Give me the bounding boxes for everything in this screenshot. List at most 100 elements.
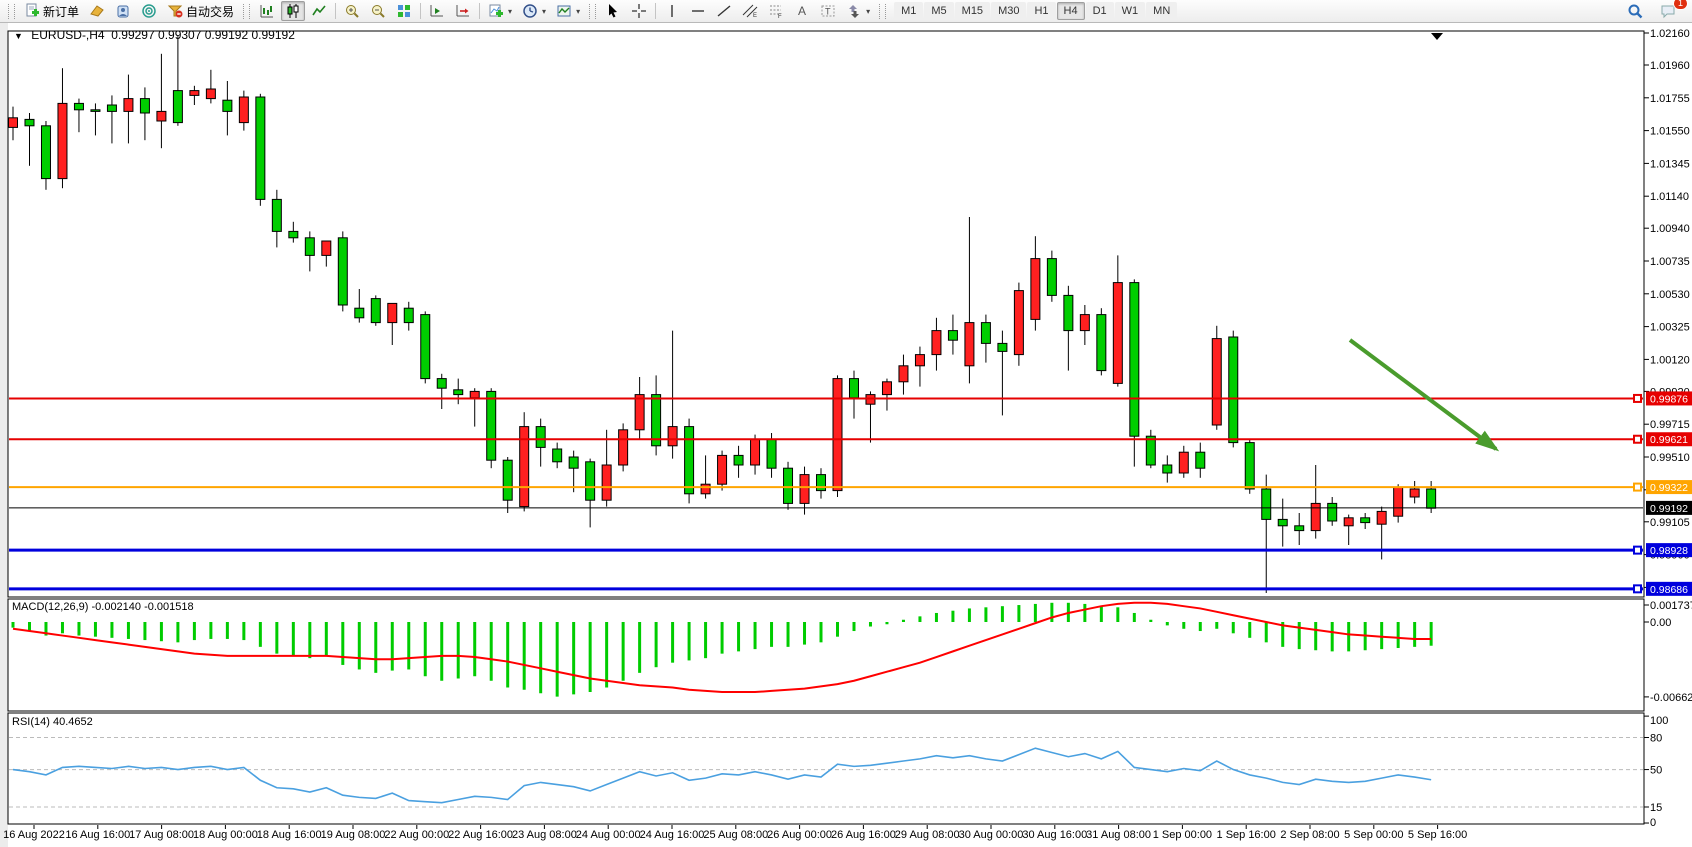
vertical-line-button[interactable] — [660, 1, 684, 21]
navigator-button[interactable] — [137, 1, 161, 21]
auto-scroll-button[interactable] — [425, 1, 449, 21]
crosshair-button[interactable] — [627, 1, 651, 21]
arrows-icon — [846, 3, 862, 19]
timeframe-m15[interactable]: M15 — [955, 2, 990, 20]
svg-text:2 Sep 08:00: 2 Sep 08:00 — [1280, 829, 1339, 841]
new-order-icon — [24, 3, 40, 19]
indicators-button[interactable]: ▾ — [484, 1, 516, 21]
zoom-in-button[interactable] — [340, 1, 364, 21]
chart-canvas[interactable]: 1.021601.019601.017551.015501.013451.011… — [0, 0, 1692, 847]
toolbar-separator — [479, 3, 480, 19]
periods-button[interactable]: ▾ — [518, 1, 550, 21]
toolbar-grip[interactable] — [8, 4, 15, 19]
auto-trading-button[interactable]: 自动交易 — [163, 1, 238, 21]
trendline-button[interactable] — [712, 1, 736, 21]
timeframe-w1[interactable]: W1 — [1115, 2, 1146, 20]
bar-chart-button[interactable] — [255, 1, 279, 21]
svg-text:1.00530: 1.00530 — [1650, 289, 1690, 301]
timeframe-h4[interactable]: H4 — [1057, 2, 1085, 20]
toolbar-grip[interactable] — [243, 4, 250, 19]
chart-menu-icon[interactable]: ▼ — [14, 31, 23, 41]
svg-text:1.01140: 1.01140 — [1650, 191, 1689, 203]
auto-scroll-icon — [429, 3, 445, 19]
toolbar-grip[interactable] — [589, 4, 596, 19]
horizontal-line-button[interactable] — [686, 1, 710, 21]
svg-text:-0.006628: -0.006628 — [1650, 692, 1692, 704]
tile-windows-button[interactable] — [392, 1, 416, 21]
data-window-button[interactable] — [111, 1, 135, 21]
svg-text:19 Aug 08:00: 19 Aug 08:00 — [321, 829, 386, 841]
time-axis[interactable]: 16 Aug 202216 Aug 16:0017 Aug 08:0018 Au… — [3, 825, 1467, 841]
candlestick-chart-button[interactable] — [281, 1, 305, 21]
svg-text:26 Aug 00:00: 26 Aug 00:00 — [767, 829, 832, 841]
fibonacci-button[interactable]: F — [764, 1, 788, 21]
window-edge — [0, 23, 8, 847]
svg-text:0.98686: 0.98686 — [1650, 584, 1688, 596]
svg-text:5 Sep 00:00: 5 Sep 00:00 — [1344, 829, 1403, 841]
equidistant-channel-button[interactable]: E — [738, 1, 762, 21]
market-watch-icon — [89, 3, 105, 19]
timeframe-h1[interactable]: H1 — [1027, 2, 1055, 20]
arrows-button[interactable]: ▾ — [842, 1, 874, 21]
toolbar-separator — [335, 3, 336, 19]
svg-text:1 Sep 00:00: 1 Sep 00:00 — [1153, 829, 1212, 841]
svg-text:1.01345: 1.01345 — [1650, 158, 1690, 170]
svg-text:18 Aug 00:00: 18 Aug 00:00 — [193, 829, 258, 841]
auto-trading-icon — [167, 3, 183, 19]
horizontal-line-icon — [690, 3, 706, 19]
text-label-icon: T — [820, 3, 836, 19]
timeframe-d1[interactable]: D1 — [1086, 2, 1114, 20]
templates-button[interactable]: ▾ — [552, 1, 584, 21]
svg-text:26 Aug 16:00: 26 Aug 16:00 — [831, 829, 896, 841]
zoom-out-button[interactable] — [366, 1, 390, 21]
chevron-down-icon: ▾ — [576, 7, 580, 16]
toolbar-separator — [655, 3, 656, 19]
svg-text:50: 50 — [1650, 765, 1662, 777]
timeframe-m30[interactable]: M30 — [991, 2, 1026, 20]
svg-text:25 Aug 08:00: 25 Aug 08:00 — [703, 829, 768, 841]
cursor-button[interactable] — [601, 1, 625, 21]
svg-text:31 Aug 08:00: 31 Aug 08:00 — [1086, 829, 1151, 841]
market-watch-button[interactable] — [85, 1, 109, 21]
chart-shift-button[interactable] — [451, 1, 475, 21]
new-order-button[interactable]: 新订单 — [20, 1, 83, 21]
chevron-down-icon: ▾ — [508, 7, 512, 16]
svg-text:0.98928: 0.98928 — [1650, 545, 1688, 557]
svg-text:0.99621: 0.99621 — [1650, 434, 1688, 446]
svg-text:0.99322: 0.99322 — [1650, 482, 1688, 494]
crosshair-icon — [631, 3, 647, 19]
svg-text:1.00940: 1.00940 — [1650, 223, 1690, 235]
search-button[interactable] — [1623, 1, 1648, 21]
svg-text:5 Sep 16:00: 5 Sep 16:00 — [1408, 829, 1467, 841]
svg-text:0.99876: 0.99876 — [1650, 393, 1688, 405]
timeframe-m1[interactable]: M1 — [894, 2, 923, 20]
chart-symbol: EURUSD-,H4 — [31, 28, 104, 42]
svg-text:0.99105: 0.99105 — [1650, 517, 1690, 529]
text-label-button[interactable]: T — [816, 1, 840, 21]
svg-text:30 Aug 00:00: 30 Aug 00:00 — [959, 829, 1024, 841]
vertical-line-icon — [664, 3, 680, 19]
notification-badge[interactable]: 1 — [1673, 0, 1688, 10]
svg-text:17 Aug 08:00: 17 Aug 08:00 — [129, 829, 194, 841]
svg-text:16 Aug 16:00: 16 Aug 16:00 — [65, 829, 130, 841]
svg-text:1.01550: 1.01550 — [1650, 126, 1690, 138]
svg-text:22 Aug 16:00: 22 Aug 16:00 — [448, 829, 513, 841]
text-button[interactable]: A — [790, 1, 814, 21]
toolbar-grip[interactable] — [879, 4, 886, 19]
svg-text:F: F — [778, 14, 782, 19]
line-chart-icon — [311, 3, 327, 19]
svg-text:16 Aug 2022: 16 Aug 2022 — [3, 829, 65, 841]
timeframe-mn[interactable]: MN — [1146, 2, 1177, 20]
timeframe-m5[interactable]: M5 — [924, 2, 953, 20]
line-chart-button[interactable] — [307, 1, 331, 21]
chevron-down-icon: ▾ — [542, 7, 546, 16]
auto-trading-label: 自动交易 — [186, 3, 234, 20]
macd-signal-value: -0.001518 — [144, 601, 194, 613]
svg-text:0.99192: 0.99192 — [1650, 503, 1688, 515]
price-open: 0.99297 — [111, 28, 154, 42]
svg-text:80: 80 — [1650, 733, 1662, 745]
zoom-in-icon — [344, 3, 360, 19]
svg-text:24 Aug 16:00: 24 Aug 16:00 — [640, 829, 705, 841]
macd-name: MACD(12,26,9) — [12, 601, 88, 613]
svg-text:1.01755: 1.01755 — [1650, 93, 1690, 105]
